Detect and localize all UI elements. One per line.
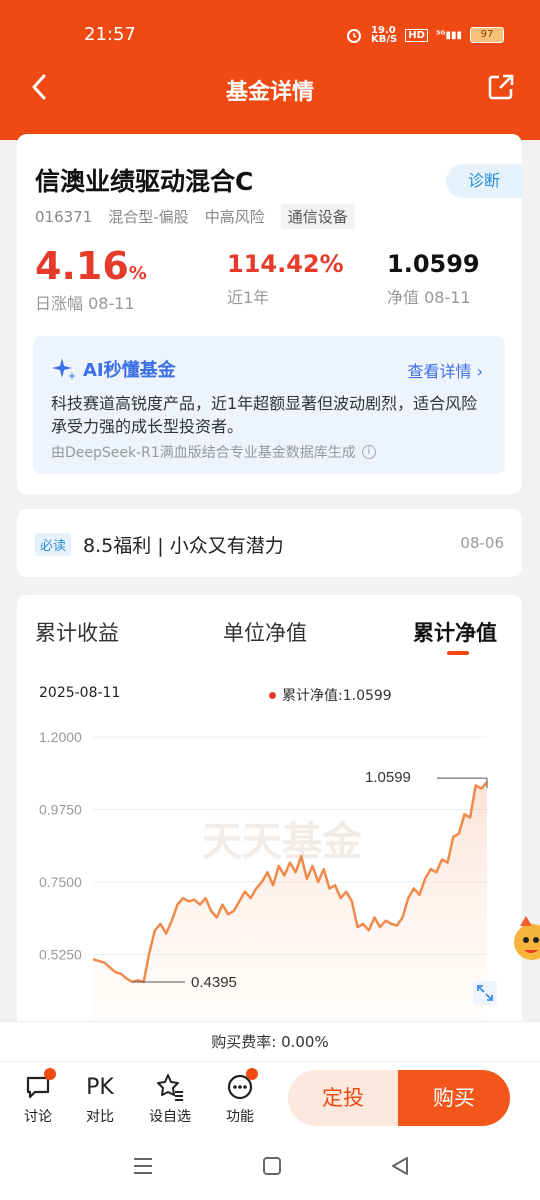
- ai-detail-link[interactable]: 查看详情 ›: [407, 358, 483, 382]
- fund-sector-tag[interactable]: 通信设备: [280, 204, 355, 229]
- compare-label: 对比: [86, 1109, 114, 1125]
- sparkle-icon: [52, 358, 76, 380]
- diagnose-button[interactable]: 诊断: [446, 164, 522, 198]
- tab-unit-nav[interactable]: 单位净值: [223, 617, 307, 647]
- ai-summary-card[interactable]: AI秒懂基金 查看详情 › 科技赛道高锐度产品，近1年超额显著但波动剧烈，适合风…: [33, 336, 505, 474]
- one-year-metric: 114.42% 近1年: [227, 250, 344, 308]
- y-tick-label: 0.5250: [39, 947, 82, 963]
- add-watchlist-button[interactable]: 设自选: [140, 1070, 200, 1126]
- status-time: 21:57: [84, 24, 136, 45]
- must-read-badge: 必读: [35, 533, 72, 556]
- news-card[interactable]: 必读 8.5福利 | 小众又有潜力 08-06: [17, 509, 522, 577]
- auto-invest-button[interactable]: 定投: [288, 1070, 398, 1126]
- back-icon[interactable]: [390, 1156, 410, 1176]
- discuss-label: 讨论: [24, 1109, 52, 1125]
- y-tick-label: 0.7500: [39, 874, 82, 890]
- news-date: 08-06: [460, 534, 504, 552]
- discuss-button[interactable]: 讨论: [8, 1068, 68, 1126]
- header: 21:57 19.0 KB/S HD ⁵ᴳ▮▮▮ 97 基金详情: [0, 0, 540, 140]
- news-headline: 8.5福利 | 小众又有潜力: [83, 535, 284, 557]
- ai-summary-text: 科技赛道高锐度产品，近1年超额显著但波动剧烈，适合风险承受力强的成长型投资者。: [51, 394, 478, 436]
- fund-risk: 中高风险: [204, 208, 265, 226]
- mascot-icon[interactable]: [506, 912, 540, 966]
- notification-dot: [246, 1068, 258, 1080]
- page-title: 基金详情: [225, 80, 314, 105]
- nav-metric: 1.0599 净值 08-11: [387, 250, 480, 308]
- chart-date: 2025-08-11: [39, 685, 121, 701]
- fund-tags: 016371 混合型-偏股 中高风险 通信设备: [35, 204, 371, 229]
- add-watchlist-label: 设自选: [149, 1109, 191, 1125]
- purchase-buttons: 定投 购买: [288, 1070, 510, 1126]
- watermark: 天天基金: [202, 818, 363, 865]
- nav-label: 净值 08-11: [387, 288, 471, 307]
- info-icon[interactable]: i: [361, 445, 376, 459]
- status-icons: 19.0 KB/S HD ⁵ᴳ▮▮▮ 97: [345, 25, 504, 45]
- buy-button[interactable]: 购买: [398, 1070, 510, 1126]
- signal-icon: ⁵ᴳ▮▮▮: [435, 29, 462, 41]
- legend-dot: [269, 691, 276, 699]
- daily-change-metric: 4.16% 日涨幅 08-11: [35, 244, 147, 314]
- expand-icon[interactable]: [473, 981, 497, 1005]
- nav-bar: 基金详情: [0, 66, 540, 110]
- star-add-icon: [157, 1074, 183, 1101]
- compare-button[interactable]: PK 对比: [70, 1070, 130, 1126]
- y-tick-label: 1.2000: [39, 729, 82, 745]
- hd-badge: HD: [405, 28, 428, 42]
- ai-footnote: 由DeepSeek-R1满血版结合专业基金数据库生成 i: [51, 442, 376, 462]
- purchase-fee: 购买费率: 0.00%: [0, 1021, 540, 1061]
- one-year-label: 近1年: [227, 288, 270, 307]
- active-tab-indicator: [447, 651, 469, 655]
- nav-value: 1.0599: [387, 250, 480, 278]
- fund-code: 016371: [35, 207, 93, 226]
- bottom-action-bar: 讨论 PK 对比 设自选 功能 定投 购买: [0, 1061, 540, 1136]
- function-button[interactable]: 功能: [210, 1068, 270, 1126]
- nav-chart[interactable]: 1.20000.97500.75000.52500.3000天天基金1.0599…: [17, 715, 522, 1025]
- fund-name: 信澳业绩驱动混合C: [35, 167, 254, 196]
- menu-icon[interactable]: [132, 1156, 154, 1176]
- pk-icon: PK: [86, 1074, 114, 1100]
- system-nav-bar: [0, 1136, 540, 1200]
- fund-summary-card: 信澳业绩驱动混合C 诊断 016371 混合型-偏股 中高风险 通信设备 4.1…: [17, 134, 522, 494]
- status-bar: 21:57 19.0 KB/S HD ⁵ᴳ▮▮▮ 97: [0, 22, 540, 48]
- chart-legend: 累计净值:1.0599: [269, 685, 392, 705]
- chart-card: 累计收益 单位净值 累计净值 2025-08-11 累计净值:1.0599 1.…: [17, 595, 522, 1035]
- network-speed: 19.0 KB/S: [371, 25, 398, 45]
- tab-cumulative-return[interactable]: 累计收益: [35, 617, 119, 647]
- battery-icon: 97: [470, 27, 504, 43]
- min-label: 0.4395: [191, 974, 237, 991]
- chart-tabs: 累计收益 单位净值 累计净值: [17, 617, 522, 661]
- fund-type: 混合型-偏股: [108, 208, 189, 226]
- share-icon[interactable]: [486, 72, 516, 102]
- ai-detail-text: 查看详情: [407, 362, 472, 381]
- daily-change-value: 4.16: [35, 244, 129, 288]
- ai-title: AI秒懂基金: [51, 356, 176, 382]
- chevron-right-icon: ›: [476, 362, 483, 381]
- daily-change-label: 日涨幅 08-11: [35, 294, 135, 313]
- max-label: 1.0599: [365, 769, 411, 786]
- y-tick-label: 0.9750: [39, 802, 82, 818]
- function-label: 功能: [226, 1109, 254, 1125]
- tab-cumulative-nav[interactable]: 累计净值: [413, 617, 497, 647]
- one-year-value: 114.42%: [227, 250, 344, 278]
- daily-change-unit: %: [128, 263, 147, 284]
- ai-title-text: AI秒懂基金: [83, 360, 176, 381]
- legend-text: 累计净值:1.0599: [282, 688, 392, 704]
- home-icon[interactable]: [262, 1156, 282, 1176]
- alarm-icon: [347, 29, 362, 43]
- ai-footnote-text: 由DeepSeek-R1满血版结合专业基金数据库生成: [51, 445, 356, 461]
- notification-dot: [44, 1068, 56, 1080]
